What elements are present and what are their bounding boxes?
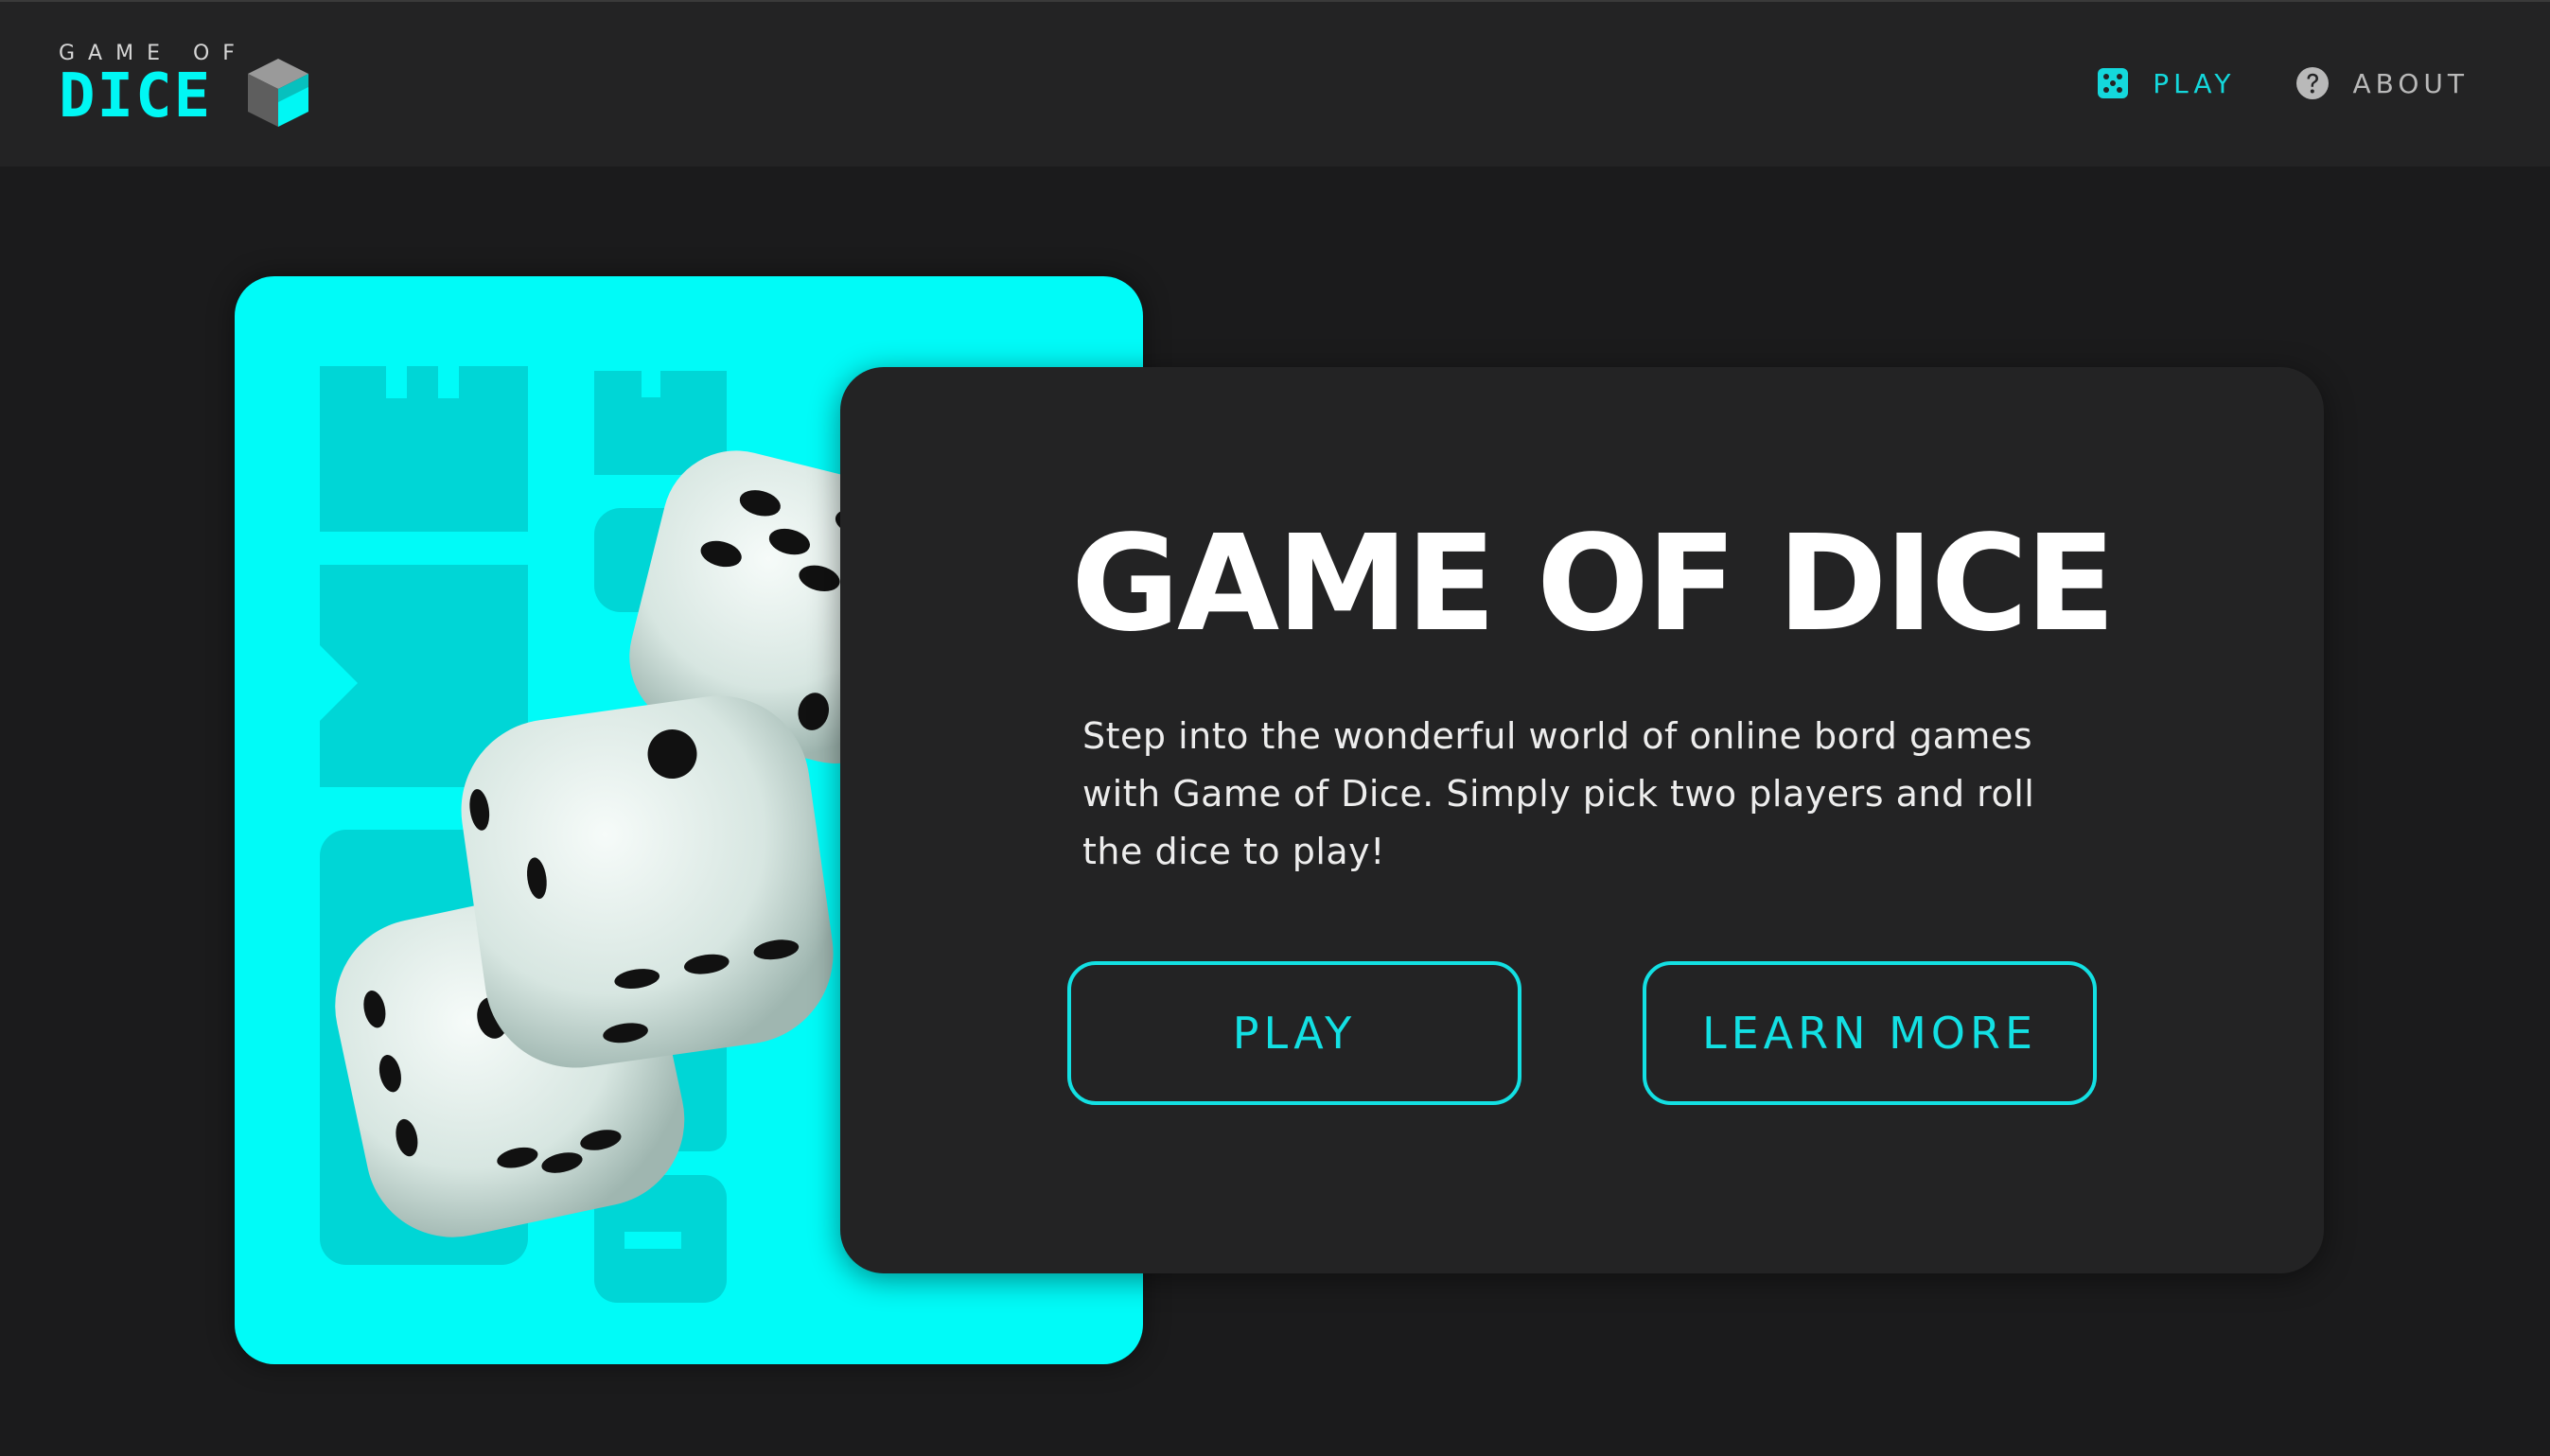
nav-label-play: PLAY: [2153, 67, 2236, 99]
brand-logo[interactable]: GAME OF DICE: [59, 42, 314, 129]
nav-label-about: ABOUT: [2352, 67, 2469, 99]
play-button[interactable]: PLAY: [1067, 961, 1521, 1105]
die-middle: [461, 695, 834, 1068]
learn-more-button[interactable]: LEARN MORE: [1643, 961, 2097, 1105]
cube-icon: [248, 59, 308, 127]
hero-description: Step into the wonderful world of online …: [1082, 715, 2035, 872]
hero-title: GAME OF DICE: [1071, 507, 2116, 661]
nav-item-about[interactable]: ABOUT: [2295, 66, 2469, 100]
main-nav: PLAY ABOUT: [2035, 66, 2469, 100]
question-circle-icon: [2296, 67, 2330, 99]
top-navbar: GAME OF DICE PLAY ABOUT: [0, 0, 2550, 167]
nav-item-play[interactable]: PLAY: [2096, 66, 2235, 100]
logo-title: DICE: [59, 61, 213, 132]
hero-info-card: GAME OF DICE Step into the wonderful wor…: [840, 367, 2324, 1273]
dice-icon: [2098, 68, 2129, 98]
